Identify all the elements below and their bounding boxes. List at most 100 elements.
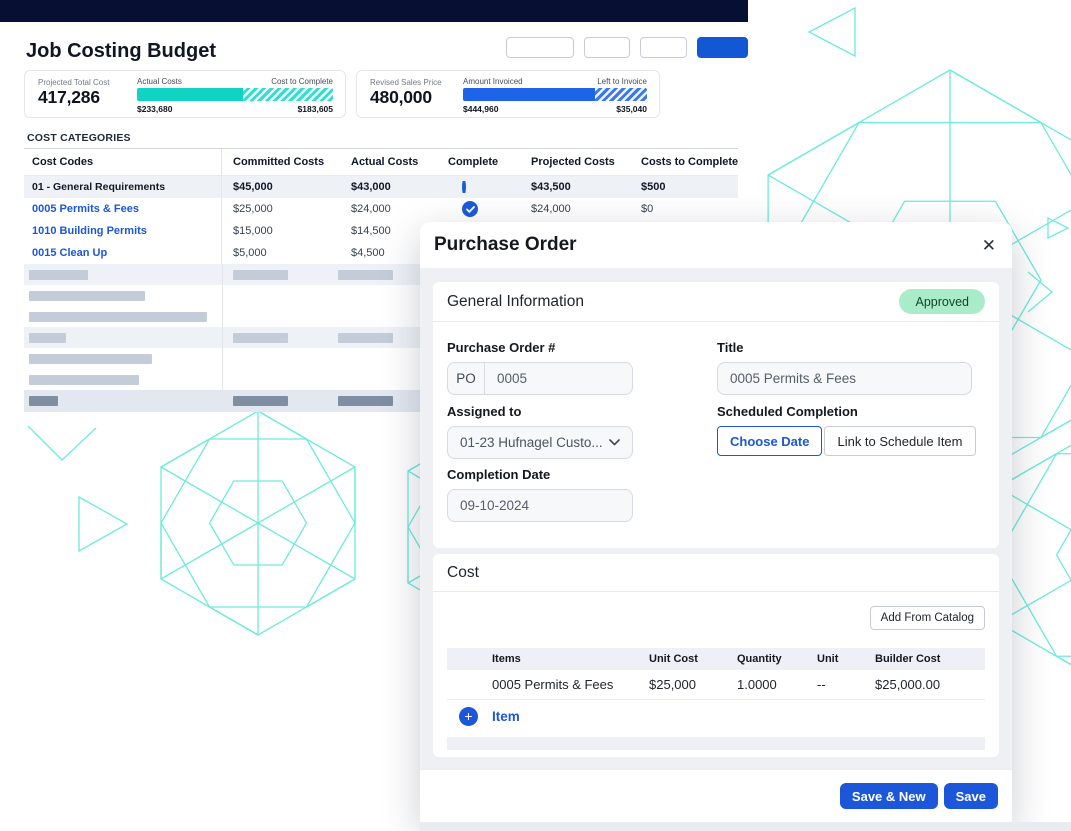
- column-header-unit-cost: Unit Cost: [649, 653, 737, 665]
- unit-cost-cell: $25,000: [649, 677, 737, 692]
- quantity-cell: 1.0000: [737, 677, 817, 692]
- table-row[interactable]: 01 - General Requirements $45,000 $43,00…: [24, 176, 738, 198]
- general-information-title: General Information: [447, 293, 584, 311]
- cost-to-complete-label: Cost to Complete: [271, 77, 333, 86]
- page-bottom-strip: [420, 822, 1071, 831]
- cost-code-link[interactable]: 1010 Building Permits: [32, 225, 147, 237]
- cost-to-complete-value: $183,605: [298, 104, 333, 114]
- title-input[interactable]: 0005 Permits & Fees: [717, 362, 972, 395]
- actual-costs-cell: $24,000: [340, 203, 437, 215]
- assigned-to-value: 01-23 Hufnagel Custo...: [460, 435, 603, 450]
- committed-costs-cell: $45,000: [222, 181, 340, 193]
- left-to-invoice-value: $35,040: [616, 104, 647, 114]
- add-item-row[interactable]: + Item: [447, 700, 985, 732]
- column-header-actual-costs: Actual Costs: [340, 156, 437, 168]
- actual-costs-label: Actual Costs: [137, 77, 182, 86]
- column-header-quantity: Quantity: [737, 653, 817, 665]
- actual-costs-cell: $43,000: [340, 181, 437, 193]
- scheduled-completion-label: Scheduled Completion: [717, 404, 976, 419]
- link-to-schedule-item-button[interactable]: Link to Schedule Item: [824, 426, 975, 456]
- po-number-value: 0005: [485, 371, 527, 386]
- amount-invoiced-bar-fill: [463, 88, 595, 101]
- projected-total-cost-value: 417,286: [38, 87, 100, 108]
- assigned-to-label: Assigned to: [447, 404, 633, 419]
- cost-section-title: Cost: [447, 564, 479, 582]
- cost-code-label: 01 - General Requirements: [32, 181, 165, 193]
- card-label: Revised Sales Price: [370, 78, 442, 87]
- column-header-committed-costs: Committed Costs: [222, 156, 340, 168]
- purchase-order-number-field-group: Purchase Order # PO 0005: [447, 340, 633, 395]
- committed-costs-cell: $15,000: [222, 225, 340, 237]
- projected-costs-cell: $24,000: [520, 203, 630, 215]
- title-label: Title: [717, 340, 972, 355]
- chevron-down-icon: [609, 439, 620, 446]
- toolbar-button-2[interactable]: [584, 37, 630, 58]
- item-name-cell: 0005 Permits & Fees: [492, 677, 649, 692]
- cost-table-header-row: Cost Codes Committed Costs Actual Costs …: [24, 149, 738, 176]
- actual-costs-value: $233,680: [137, 104, 172, 114]
- left-to-invoice-label: Left to Invoice: [597, 77, 647, 86]
- builder-cost-cell: $25,000.00: [875, 677, 985, 692]
- column-header-complete: Complete: [437, 156, 520, 168]
- amount-invoiced-label: Amount Invoiced: [463, 77, 523, 86]
- cost-code-link[interactable]: 0005 Permits & Fees: [32, 203, 139, 215]
- table-scroll-strip: [447, 737, 985, 750]
- projected-total-cost-card: Projected Total Cost 417,286 Actual Cost…: [24, 70, 346, 118]
- close-icon[interactable]: ✕: [982, 237, 996, 254]
- completion-date-label: Completion Date: [447, 467, 633, 482]
- save-and-new-button[interactable]: Save & New: [840, 783, 938, 809]
- cost-to-complete-bar-stripes: [243, 88, 333, 101]
- items-table-header-row: Items Unit Cost Quantity Unit Builder Co…: [447, 648, 985, 670]
- general-information-header: General Information Approved: [433, 282, 999, 322]
- modal-footer: Save & New Save: [420, 770, 1012, 822]
- purchase-order-number-input[interactable]: PO 0005: [447, 362, 633, 395]
- plus-icon[interactable]: +: [459, 707, 478, 726]
- item-row[interactable]: 0005 Permits & Fees $25,000 1.0000 -- $2…: [447, 670, 985, 700]
- save-button[interactable]: Save: [944, 783, 998, 809]
- projected-costs-cell: $43,500: [520, 181, 630, 193]
- completion-date-field-group: Completion Date 09-10-2024: [447, 467, 633, 522]
- purchase-order-modal: Purchase Order ✕ General Information App…: [420, 222, 1012, 822]
- assigned-to-field-group: Assigned to 01-23 Hufnagel Custo...: [447, 404, 633, 459]
- column-header-cost-codes: Cost Codes: [24, 149, 222, 175]
- po-prefix: PO: [448, 363, 485, 394]
- scheduled-completion-field-group: Scheduled Completion Choose Date Link to…: [717, 404, 976, 456]
- costs-to-complete-cell: $500: [630, 181, 738, 193]
- page-title: Job Costing Budget: [26, 40, 216, 63]
- amount-invoiced-value: $444,960: [463, 104, 498, 114]
- actual-costs-bar-block: Actual Costs Cost to Complete $233,680 $…: [137, 77, 333, 114]
- title-field-group: Title 0005 Permits & Fees: [717, 340, 972, 395]
- column-header-unit: Unit: [817, 653, 875, 665]
- committed-costs-cell: $25,000: [222, 203, 340, 215]
- header-toolbar: [506, 37, 748, 58]
- committed-costs-cell: $5,000: [222, 247, 340, 259]
- cost-categories-section-title: COST CATEGORIES: [27, 132, 131, 144]
- general-information-card: General Information Approved Purchase Or…: [433, 282, 999, 548]
- status-badge: Approved: [899, 289, 985, 314]
- amount-invoiced-progress-bar: [463, 88, 647, 101]
- add-item-label[interactable]: Item: [492, 709, 520, 724]
- choose-date-button[interactable]: Choose Date: [717, 426, 822, 456]
- completion-date-input[interactable]: 09-10-2024: [447, 489, 633, 522]
- amount-invoiced-bar-block: Amount Invoiced Left to Invoice $444,960…: [463, 77, 647, 114]
- column-header-items: Items: [492, 653, 649, 665]
- assigned-to-select[interactable]: 01-23 Hufnagel Custo...: [447, 426, 633, 459]
- cost-code-link[interactable]: 0015 Clean Up: [32, 247, 107, 259]
- table-row[interactable]: 0005 Permits & Fees $25,000 $24,000 $24,…: [24, 198, 738, 220]
- column-header-projected-costs: Projected Costs: [520, 156, 630, 168]
- unit-cell: --: [817, 677, 875, 692]
- top-navigation-bar: [0, 0, 748, 22]
- complete-checked-icon[interactable]: [462, 201, 478, 217]
- toolbar-primary-button[interactable]: [697, 37, 748, 58]
- toolbar-button-1[interactable]: [506, 37, 574, 58]
- revised-sales-price-card: Revised Sales Price 480,000 Amount Invoi…: [356, 70, 660, 118]
- column-header-builder-cost: Builder Cost: [875, 653, 985, 665]
- toolbar-button-3[interactable]: [640, 37, 687, 58]
- items-table: Items Unit Cost Quantity Unit Builder Co…: [447, 648, 985, 732]
- column-header-costs-to-complete: Costs to Complete: [630, 156, 738, 168]
- revised-sales-price-value: 480,000: [370, 87, 432, 108]
- modal-header: Purchase Order ✕: [420, 222, 1012, 268]
- add-from-catalog-button[interactable]: Add From Catalog: [870, 606, 985, 630]
- complete-open-circle-icon[interactable]: [462, 181, 466, 193]
- actual-costs-bar-fill: [137, 88, 243, 101]
